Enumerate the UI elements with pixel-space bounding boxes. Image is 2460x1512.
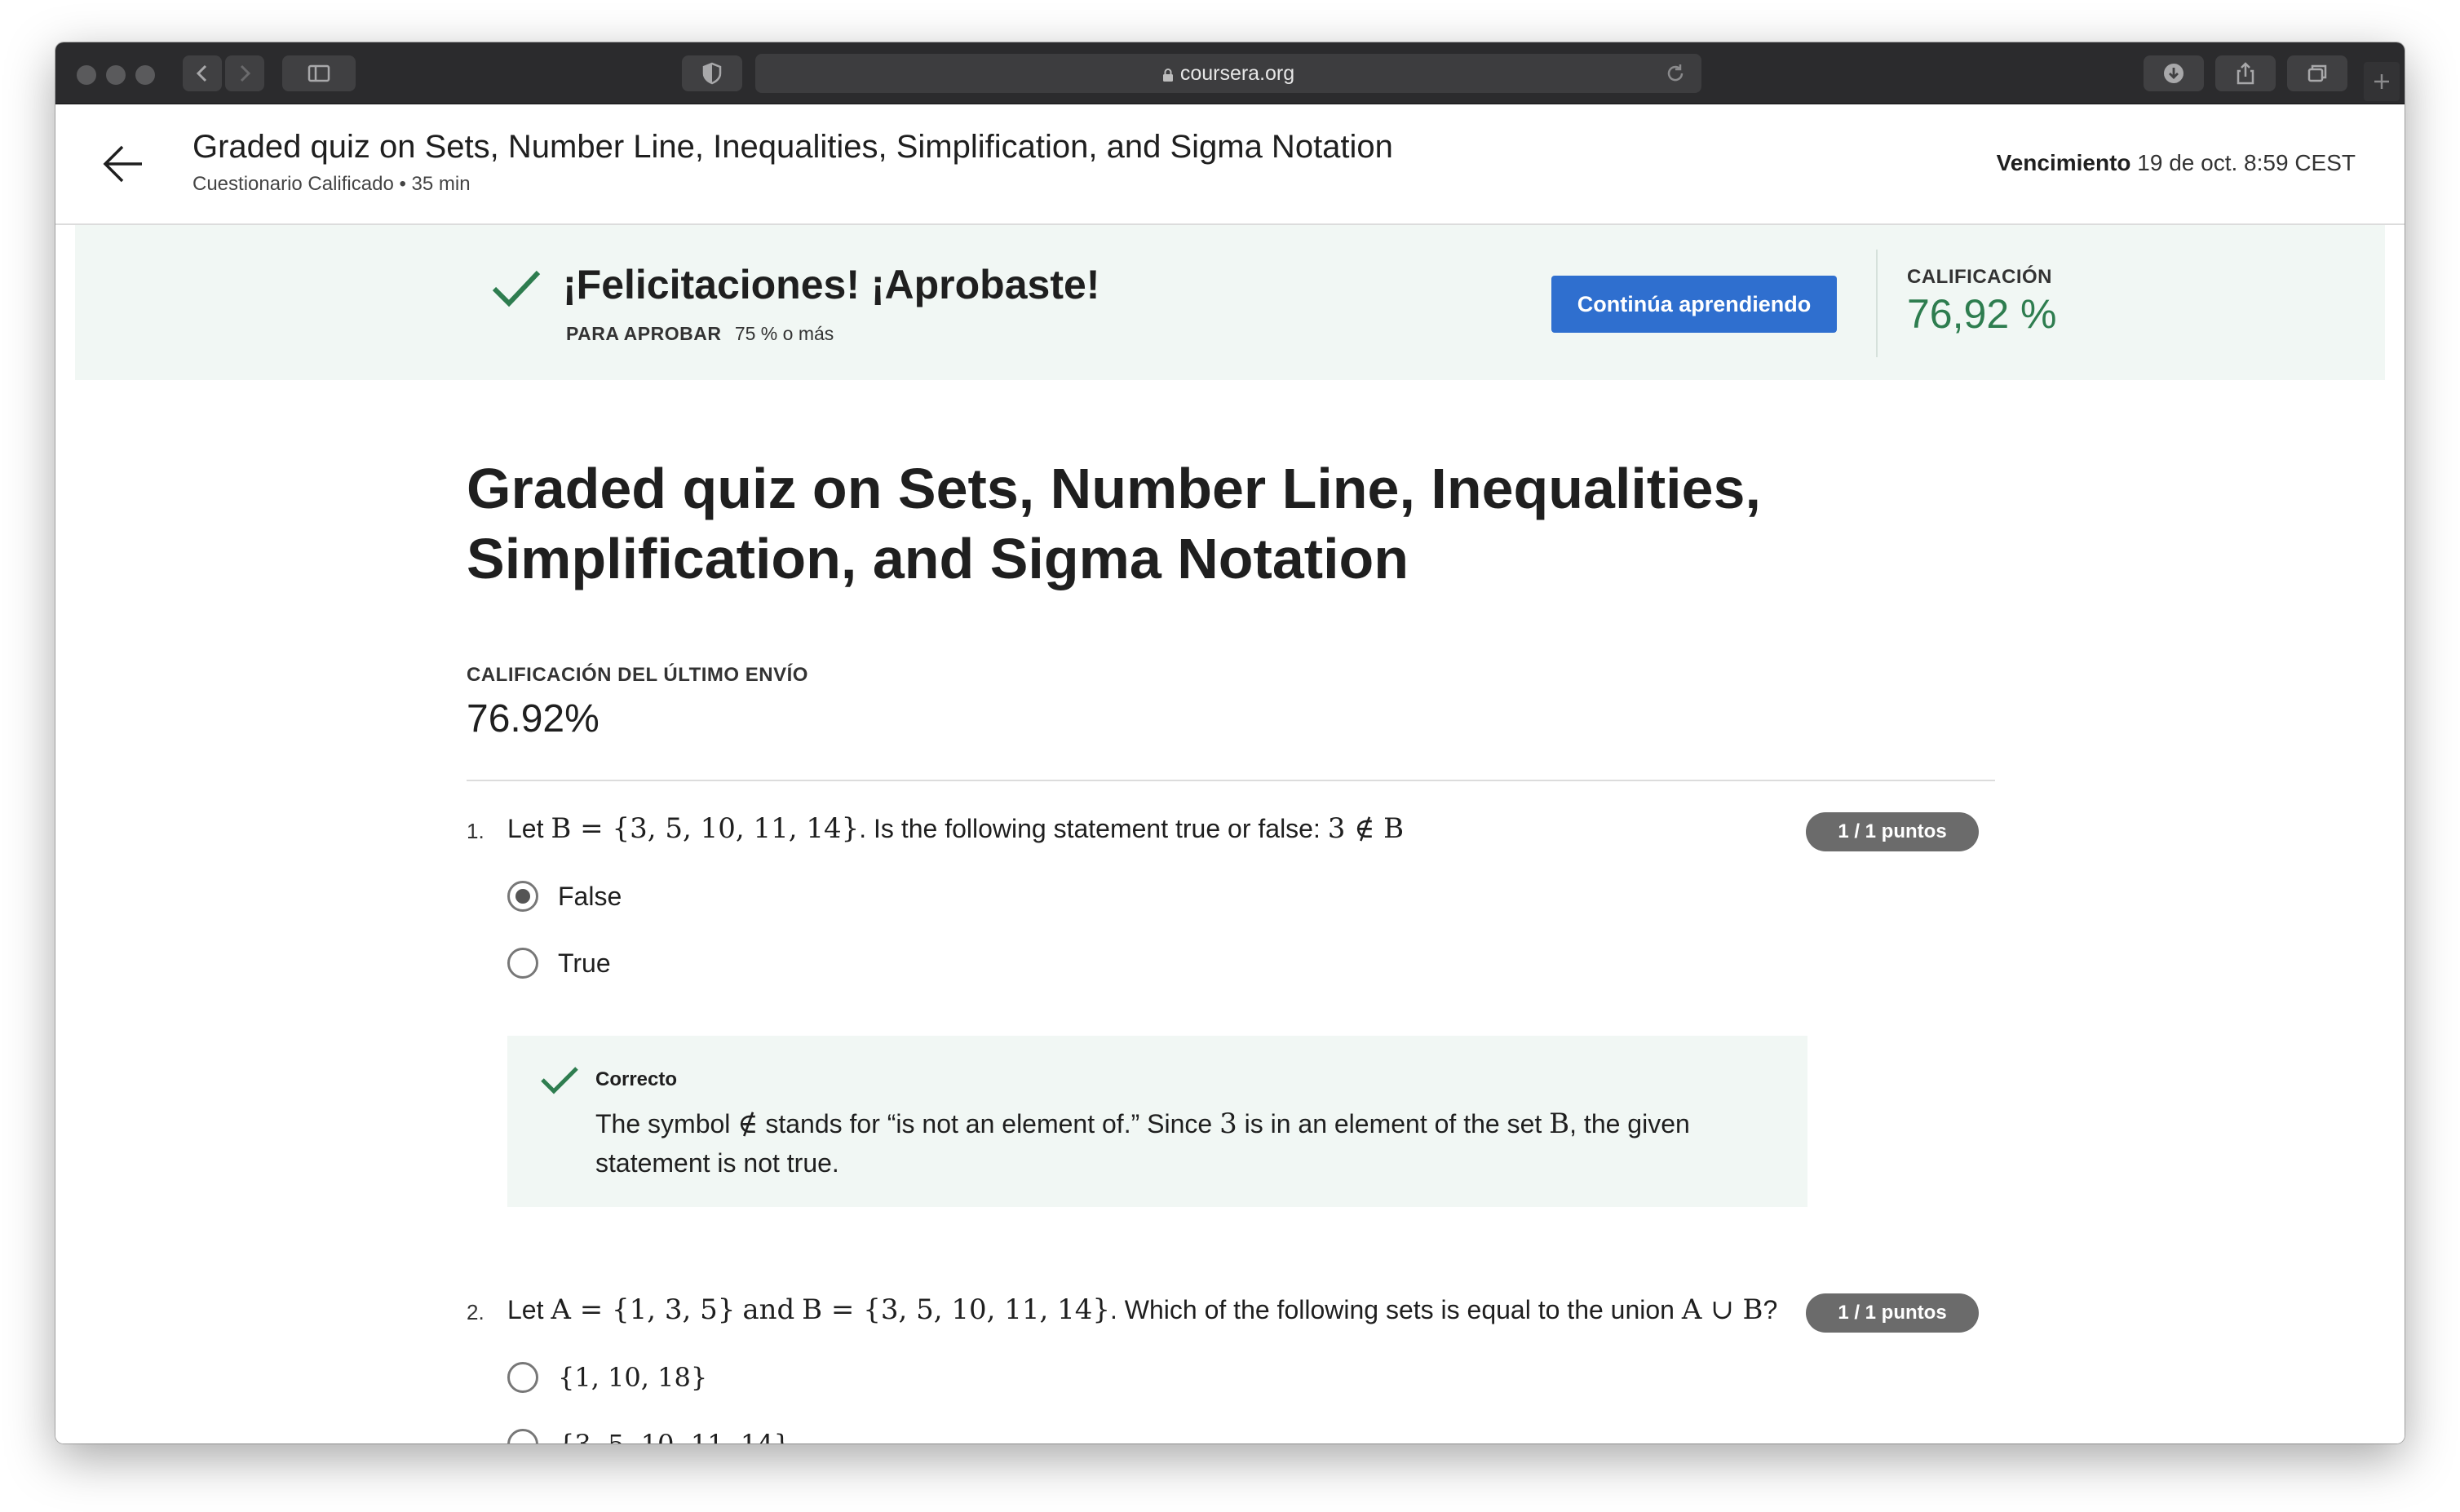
- q1-option-false[interactable]: False: [507, 881, 622, 912]
- radio-unselected[interactable]: [507, 948, 538, 979]
- pass-value: 75 % o más: [734, 323, 834, 344]
- sidebar-toggle-button[interactable]: [282, 55, 356, 91]
- due-value: 19 de oct. 8:59 CEST: [2137, 150, 2356, 175]
- share-button[interactable]: [2215, 55, 2276, 91]
- question-2-text: Let A = {1, 3, 5} and B = {3, 5, 10, 11,…: [507, 1293, 1777, 1326]
- last-submission-label: CALIFICACIÓN DEL ÚLTIMO ENVÍO: [467, 664, 808, 686]
- pass-requirement: PARA APROBAR 75 % o más: [566, 323, 834, 345]
- q1-text-prefix: Let: [507, 814, 544, 843]
- q1-text-mid: . Is the following statement true or fal…: [859, 814, 1321, 843]
- banner-divider: [1876, 250, 1878, 357]
- question-2-number: 2.: [467, 1300, 484, 1324]
- radio-unselected[interactable]: [507, 1429, 538, 1443]
- shield-icon: [702, 62, 722, 85]
- fb-math-3: 3: [1219, 1107, 1237, 1140]
- q1-math-set: B = {3, 5, 10, 11, 14}: [551, 812, 860, 845]
- plus-icon: [2374, 74, 2389, 89]
- grade-value: 76,92 %: [1907, 291, 2057, 337]
- checkmark-icon: [492, 270, 541, 307]
- q1-option-true-label: True: [558, 948, 611, 978]
- continue-learning-button[interactable]: Continúa aprendiendo: [1551, 276, 1837, 333]
- chevron-right-icon: [240, 64, 251, 82]
- fb-math-notin: ∉: [737, 1107, 759, 1140]
- question-1-text: Let B = {3, 5, 10, 11, 14}. Is the follo…: [507, 812, 1404, 845]
- minimize-window-button[interactable]: [106, 65, 126, 85]
- q2-text-end: ?: [1763, 1295, 1778, 1324]
- zoom-window-button[interactable]: [135, 65, 155, 85]
- downloads-button[interactable]: [2144, 55, 2204, 91]
- browser-window: coursera.org Graded quiz on Sets, Number…: [55, 42, 2405, 1443]
- q1-option-false-label: False: [558, 881, 622, 911]
- q2-text-and: and: [742, 1293, 795, 1326]
- q2-option-1-label: {1, 10, 18}: [558, 1362, 708, 1393]
- tabs-icon: [2307, 64, 2327, 82]
- pass-banner: ¡Felicitaciones! ¡Aprobaste! PARA APROBA…: [75, 225, 2385, 380]
- feedback-text: The symbol ∉ stands for “is not an eleme…: [595, 1104, 1786, 1183]
- due-label: Vencimiento: [1996, 150, 2131, 175]
- question-2-points-badge: 1 / 1 puntos: [1806, 1293, 1979, 1333]
- share-icon: [2237, 62, 2254, 85]
- reload-icon[interactable]: [1664, 62, 1687, 85]
- header-subtitle: Cuestionario Calificado • 35 min: [192, 173, 471, 195]
- divider: [467, 780, 1995, 781]
- pass-label: PARA APROBAR: [566, 323, 722, 344]
- page-content: Graded quiz on Sets, Number Line, Inequa…: [55, 104, 2405, 1443]
- quiz-header: Graded quiz on Sets, Number Line, Inequa…: [55, 104, 2405, 225]
- forward-nav-button[interactable]: [225, 55, 264, 91]
- radio-selected[interactable]: [507, 881, 538, 912]
- q2-option-2[interactable]: {3, 5, 10, 11, 14}: [507, 1429, 790, 1443]
- radio-unselected[interactable]: [507, 1362, 538, 1393]
- browser-toolbar: coursera.org: [55, 42, 2405, 104]
- new-tab-button[interactable]: [2364, 62, 2400, 101]
- grade-label: CALIFICACIÓN: [1907, 266, 2052, 288]
- congrats-heading: ¡Felicitaciones! ¡Aprobaste!: [563, 262, 1100, 307]
- q2-text-prefix: Let: [507, 1295, 544, 1324]
- fb-text-1: The symbol: [595, 1109, 731, 1138]
- q2-math-union: A ∪ B: [1681, 1293, 1763, 1326]
- tabs-overview-button[interactable]: [2287, 55, 2347, 91]
- question-1-points-badge: 1 / 1 puntos: [1806, 812, 1979, 851]
- privacy-shield-button[interactable]: [682, 55, 742, 91]
- q2-text-mid: . Which of the following sets is equal t…: [1110, 1295, 1675, 1324]
- lock-icon: [1162, 69, 1173, 82]
- feedback-title: Correcto: [595, 1068, 678, 1090]
- q1-option-true[interactable]: True: [507, 948, 611, 979]
- download-icon: [2164, 64, 2183, 83]
- fb-math-b: B: [1549, 1107, 1570, 1140]
- url-text: coursera.org: [1179, 61, 1295, 85]
- address-bar[interactable]: coursera.org: [755, 54, 1701, 93]
- last-submission-value: 76.92%: [467, 697, 600, 741]
- q1-feedback: Correcto The symbol ∉ stands for “is not…: [507, 1036, 1807, 1207]
- checkmark-icon: [541, 1067, 578, 1094]
- question-1-number: 1.: [467, 819, 484, 843]
- header-title: Graded quiz on Sets, Number Line, Inequa…: [192, 129, 1393, 165]
- back-arrow-icon[interactable]: [101, 142, 145, 186]
- fb-text-3: is in an element of the set: [1244, 1109, 1542, 1138]
- q2-option-2-label: {3, 5, 10, 11, 14}: [558, 1429, 790, 1443]
- back-nav-button[interactable]: [183, 55, 222, 91]
- q2-math-set-a: A = {1, 3, 5}: [551, 1293, 736, 1326]
- due-date: Vencimiento 19 de oct. 8:59 CEST: [1997, 150, 2356, 176]
- q2-math-set-b: B = {3, 5, 10, 11, 14}: [802, 1293, 1111, 1326]
- q2-option-1[interactable]: {1, 10, 18}: [507, 1362, 707, 1393]
- fb-text-2: stands for “is not an element of.” Since: [765, 1109, 1213, 1138]
- sidebar-icon: [308, 64, 330, 82]
- quiz-title: Graded quiz on Sets, Number Line, Inequa…: [467, 457, 1761, 590]
- chevron-left-icon: [196, 64, 207, 82]
- close-window-button[interactable]: [77, 65, 96, 85]
- q1-math-statement: 3 ∉ B: [1327, 812, 1405, 845]
